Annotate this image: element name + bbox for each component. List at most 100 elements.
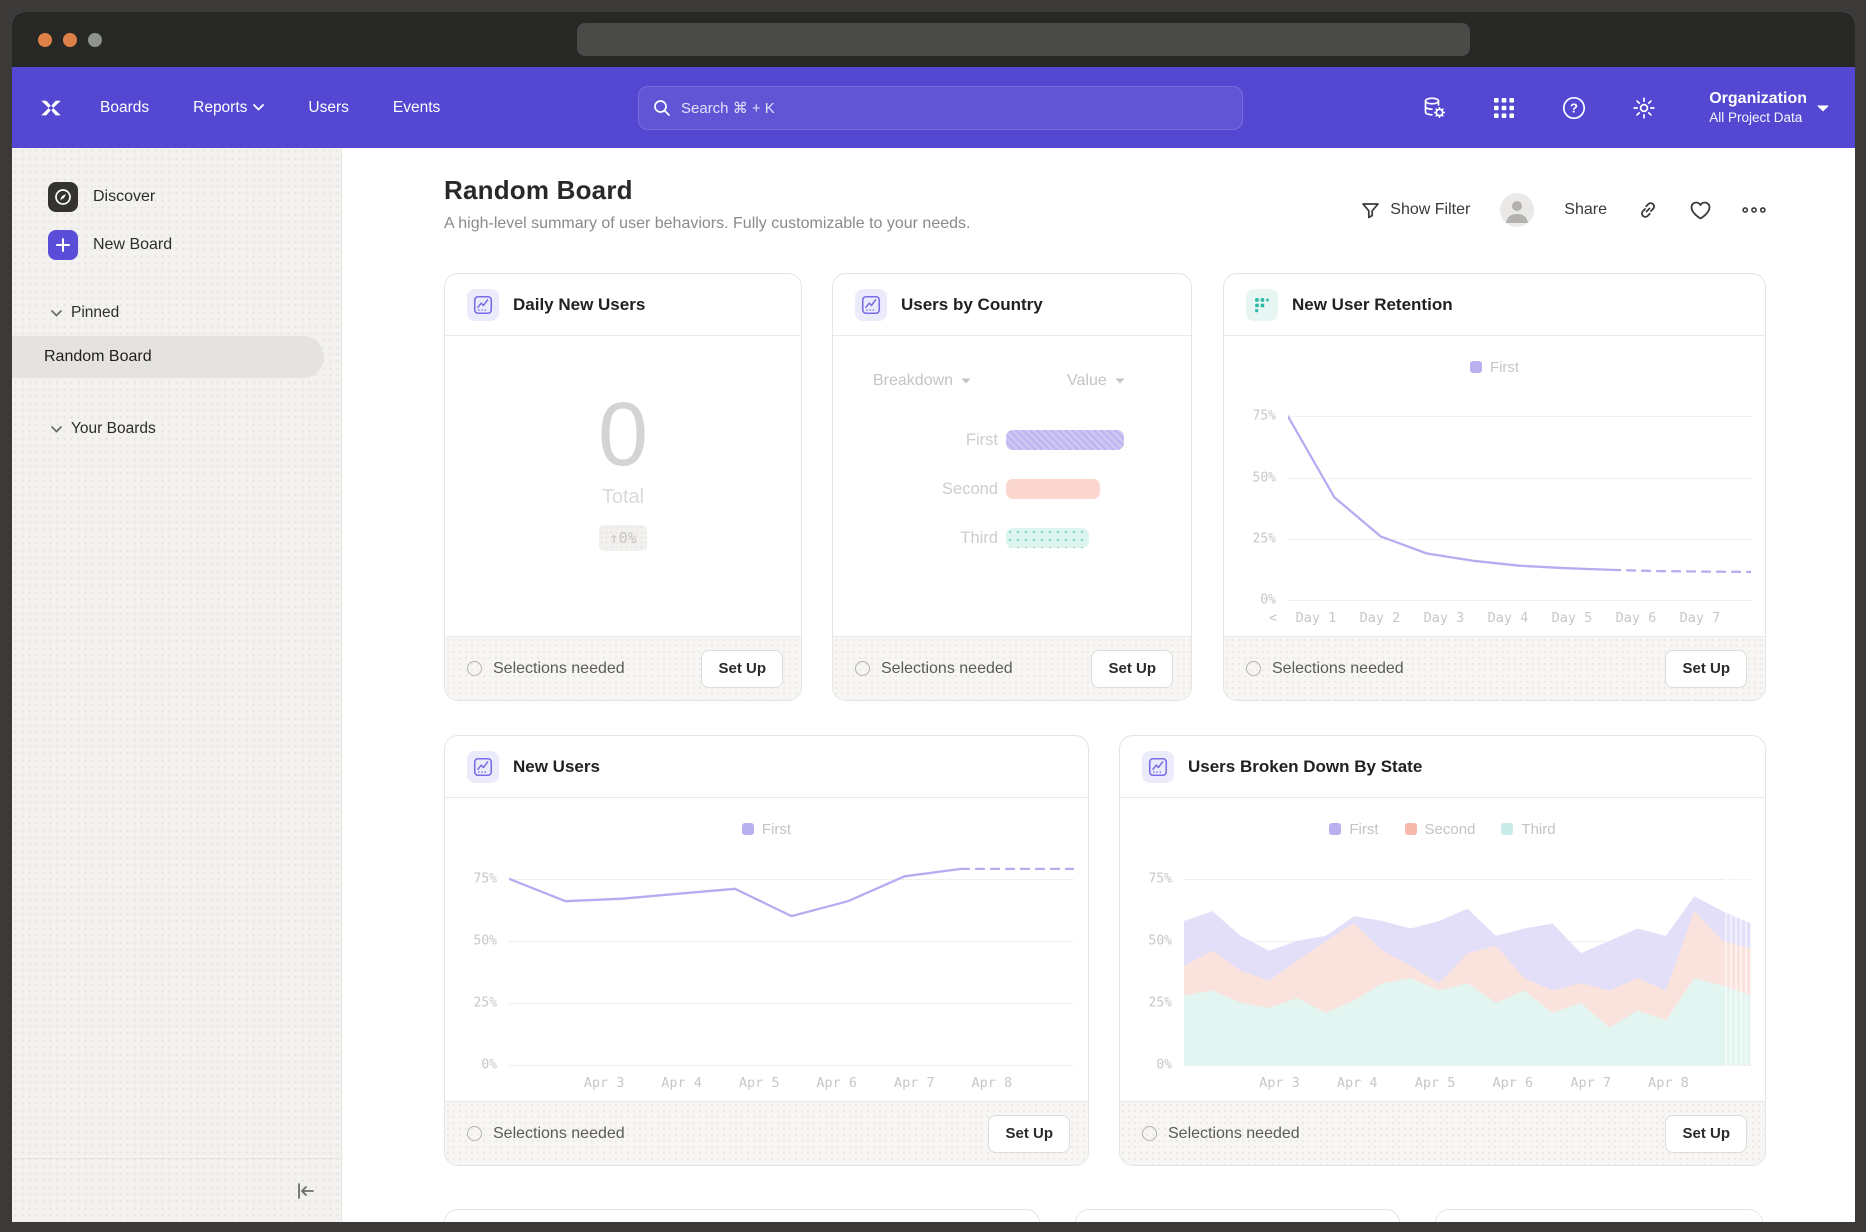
settings-gear-icon[interactable] <box>1631 95 1657 121</box>
share-button[interactable]: Share <box>1564 201 1607 219</box>
metric-delta-badge: ↑0% <box>599 525 646 551</box>
status-circle-icon <box>467 1126 482 1141</box>
ghost-bar <box>1006 430 1124 450</box>
y-axis-tick: 0% <box>1232 593 1276 608</box>
help-icon[interactable]: ? <box>1561 95 1587 121</box>
window-zoom-button[interactable] <box>88 33 102 47</box>
card-insights-report: Insights Report <box>1075 1209 1400 1222</box>
legend-item[interactable]: Second <box>1405 821 1476 838</box>
status-message: Selections needed <box>1246 660 1404 678</box>
ghost-bar <box>1006 528 1089 548</box>
window-close-button[interactable] <box>38 33 52 47</box>
set-up-button[interactable]: Set Up <box>701 650 783 688</box>
sidebar-item-new-board[interactable]: New Board <box>12 228 341 262</box>
set-up-button[interactable]: Set Up <box>988 1115 1070 1153</box>
window-minimize-button[interactable] <box>63 33 77 47</box>
set-up-button[interactable]: Set Up <box>1091 650 1173 688</box>
country-row: First <box>833 430 1191 450</box>
card-new-users: New Users First75%50%25%0%Apr 3Apr 4Apr … <box>444 735 1089 1166</box>
country-row: Second <box>833 479 1191 499</box>
set-up-button[interactable]: Set Up <box>1665 650 1747 688</box>
copy-link-icon[interactable] <box>1637 199 1659 221</box>
x-axis-label: Apr 6 <box>1474 1075 1552 1091</box>
new-users-chart: First75%50%25%0%Apr 3Apr 4Apr 5Apr 6Apr … <box>445 798 1088 1101</box>
x-axis-label: Apr 3 <box>565 1075 643 1091</box>
collapse-sidebar-icon[interactable] <box>295 1181 317 1201</box>
legend-item[interactable]: First <box>1470 359 1519 376</box>
card-new-user-retention: New User Retention First75%50%25%0%<Day … <box>1223 273 1766 701</box>
y-axis-tick: 50% <box>1128 933 1172 948</box>
x-axis-label: Apr 5 <box>1396 1075 1474 1091</box>
line-chart-icon <box>1142 751 1174 783</box>
legend-item[interactable]: Third <box>1501 821 1555 838</box>
global-search[interactable] <box>638 86 1243 130</box>
address-bar[interactable] <box>577 23 1470 56</box>
org-project: All Project Data <box>1709 109 1807 126</box>
chevron-down-icon <box>1817 104 1829 112</box>
search-icon <box>653 99 671 117</box>
org-name: Organization <box>1709 89 1807 109</box>
mixpanel-logo-icon[interactable] <box>38 95 64 121</box>
x-axis-label: Day 7 <box>1670 610 1730 626</box>
set-up-button[interactable]: Set Up <box>1665 1115 1747 1153</box>
breakdown-dropdown[interactable]: Breakdown <box>873 372 971 390</box>
nav-item-events[interactable]: Events <box>393 99 440 117</box>
y-axis-tick: 0% <box>453 1058 497 1073</box>
nav-item-boards[interactable]: Boards <box>100 99 149 117</box>
retention-chart: First75%50%25%0%<Day 1Day 2Day 3Day 4Day… <box>1224 336 1765 636</box>
sidebar-item-random-board[interactable]: Random Board <box>12 336 324 378</box>
chart-plot: 75%50%25%0% <box>1232 392 1757 600</box>
y-axis-tick: 50% <box>1232 470 1276 485</box>
scroll-left-icon[interactable]: < <box>1264 610 1282 626</box>
nav-item-users[interactable]: Users <box>308 99 348 117</box>
apps-grid-icon[interactable] <box>1491 95 1517 121</box>
y-axis-tick: 25% <box>453 995 497 1010</box>
favorite-heart-icon[interactable] <box>1689 200 1712 221</box>
card-title: New User Retention <box>1292 295 1453 315</box>
x-axis-label: Day 6 <box>1606 610 1666 626</box>
chart-legend: First Second Third <box>1120 814 1765 844</box>
chevron-down-icon <box>51 310 62 317</box>
card-title: Users Broken Down By State <box>1188 757 1422 777</box>
legend-item[interactable]: First <box>1329 821 1378 838</box>
show-filter-button[interactable]: Show Filter <box>1361 201 1470 220</box>
data-management-icon[interactable] <box>1421 95 1447 121</box>
search-input[interactable] <box>681 100 1228 117</box>
y-axis-tick: 75% <box>1128 871 1172 886</box>
traffic-lights <box>38 33 102 47</box>
chevron-down-icon <box>253 104 264 111</box>
chart-x-labels: Apr 3Apr 4Apr 5Apr 6Apr 7Apr 8 <box>1176 1065 1759 1101</box>
chart-legend: First <box>445 814 1088 844</box>
more-options-icon[interactable] <box>1742 207 1766 213</box>
metric-label: Total <box>602 486 644 509</box>
nav-item-reports[interactable]: Reports <box>193 99 264 117</box>
y-axis-tick: 75% <box>453 871 497 886</box>
y-axis-tick: 25% <box>1128 995 1172 1010</box>
sidebar-section-pinned[interactable]: Pinned <box>12 300 341 326</box>
line-chart-icon <box>467 289 499 321</box>
org-switcher[interactable]: Organization All Project Data <box>1709 89 1829 126</box>
card-users-by-country: Users by Country Breakdown Value <box>832 273 1192 701</box>
sidebar-footer <box>12 1158 341 1222</box>
sidebar-item-discover[interactable]: Discover <box>12 180 341 214</box>
card-active-users: Active Users <box>1435 1209 1763 1222</box>
legend-item[interactable]: First <box>742 821 791 838</box>
forecast-band <box>1725 854 1751 1065</box>
y-axis-tick: 50% <box>453 933 497 948</box>
line-chart-icon <box>855 289 887 321</box>
x-axis-label: Apr 4 <box>643 1075 721 1091</box>
value-dropdown[interactable]: Value <box>1067 372 1125 390</box>
avatar[interactable] <box>1500 193 1534 227</box>
ghost-bar <box>1006 479 1100 499</box>
svg-text:?: ? <box>1570 100 1578 115</box>
retention-grid-icon <box>1246 289 1278 321</box>
x-axis-label: Apr 6 <box>798 1075 876 1091</box>
chart-legend: First <box>1224 352 1765 382</box>
y-axis-tick: 75% <box>1232 409 1276 424</box>
plus-icon <box>48 230 78 260</box>
compass-icon <box>48 182 78 212</box>
metric-value: 0 <box>598 388 648 482</box>
x-axis-label: Day 4 <box>1478 610 1538 626</box>
sidebar-section-your-boards[interactable]: Your Boards <box>12 416 341 442</box>
x-axis-label: Apr 7 <box>1552 1075 1630 1091</box>
